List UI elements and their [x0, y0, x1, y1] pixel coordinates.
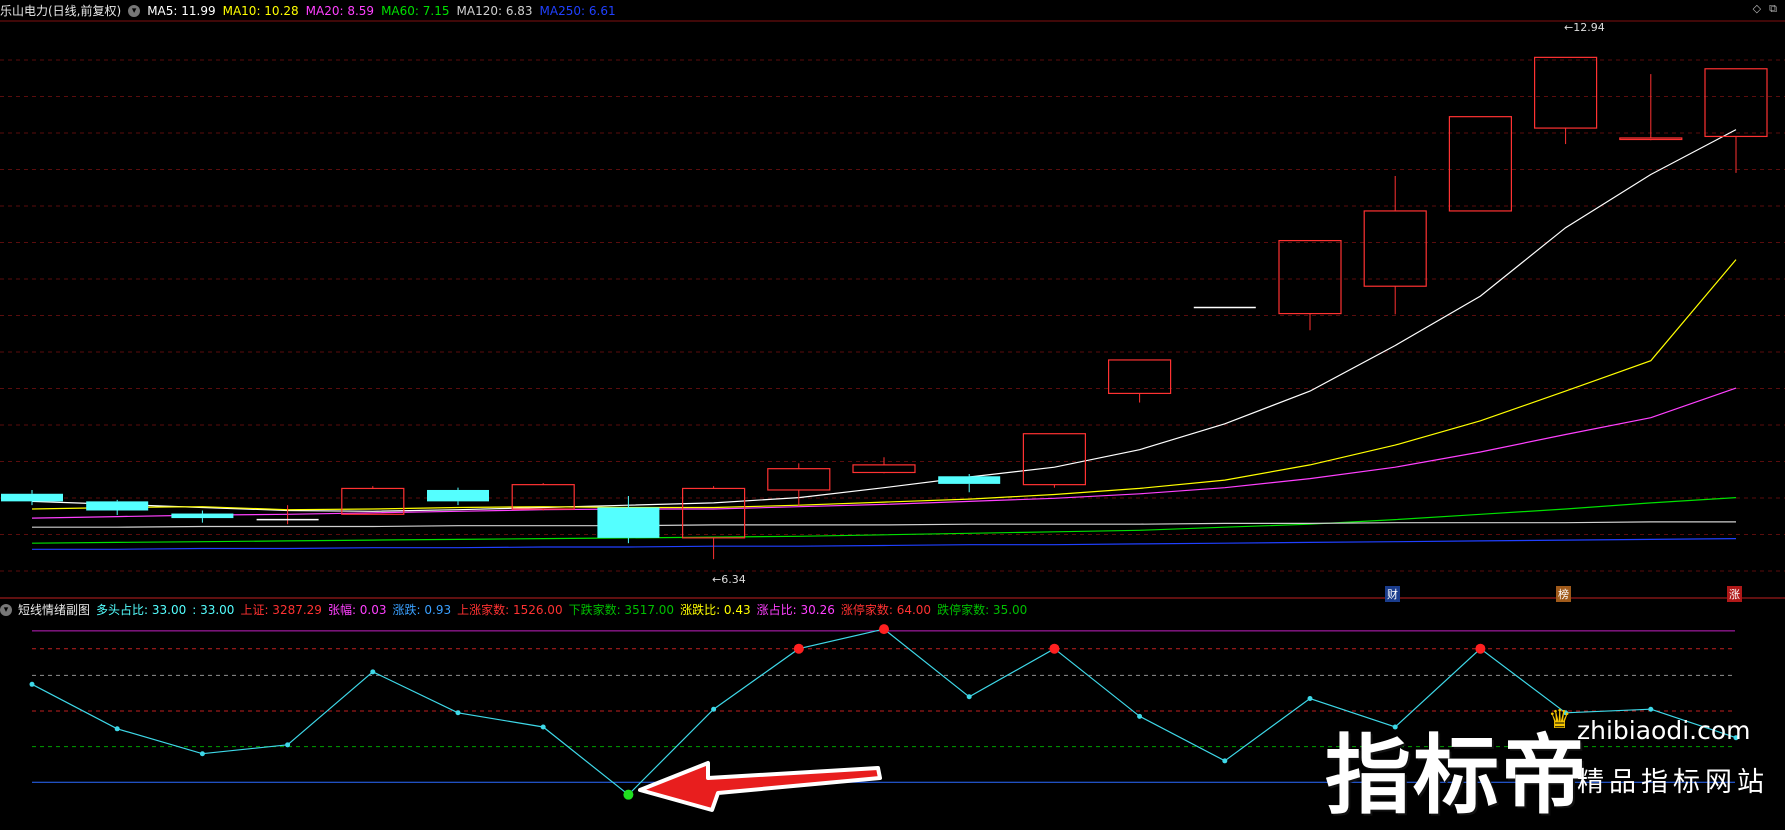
sentiment-point [1137, 713, 1143, 719]
candle[interactable] [1619, 74, 1683, 141]
chart-canvas[interactable] [0, 0, 1785, 821]
ma-line-ma20[interactable] [31, 387, 1737, 519]
candle[interactable] [1022, 433, 1087, 488]
candle-body-up [1278, 239, 1342, 315]
sentiment-point [455, 710, 461, 716]
event-tag-zhang[interactable]: 涨 [1727, 586, 1742, 602]
ma-line-ma5[interactable] [31, 129, 1737, 512]
candle-body-up [1022, 433, 1087, 486]
sentiment-point [285, 742, 291, 748]
candle[interactable] [1363, 175, 1427, 315]
sentiment-point [1222, 758, 1228, 764]
candle[interactable] [1704, 68, 1768, 173]
candle[interactable] [86, 499, 149, 516]
sentiment-point [623, 789, 634, 800]
candle[interactable] [341, 486, 405, 515]
candle[interactable] [1533, 56, 1598, 145]
candle-body-up [767, 468, 831, 491]
candle-body-down [938, 476, 1001, 484]
arrow-left-icon: ← [712, 573, 722, 586]
candle-body-up [1533, 56, 1598, 129]
candle[interactable] [938, 474, 1001, 493]
candle[interactable] [427, 487, 489, 506]
candle-body-up [681, 487, 746, 539]
candle[interactable] [597, 496, 660, 544]
sentiment-point [1475, 643, 1486, 654]
arrow-left-icon: ← [1564, 21, 1574, 34]
candle[interactable] [1448, 116, 1513, 212]
candle-body-up [1619, 137, 1683, 141]
sentiment-point [793, 643, 804, 654]
sentiment-point [711, 706, 717, 712]
low-price-annotation: ←6.34 [712, 573, 746, 586]
candle[interactable] [1107, 359, 1172, 403]
sentiment-point [879, 624, 889, 635]
ma-lines [31, 129, 1737, 550]
candle[interactable] [852, 457, 916, 474]
sentiment-point [29, 681, 35, 687]
candle[interactable] [1, 489, 63, 506]
candle-body-down [1, 493, 63, 502]
event-tag-bang[interactable]: 榜 [1556, 586, 1571, 602]
candle-body-down [86, 501, 149, 511]
candle-body-down [171, 513, 234, 519]
high-price-annotation: ←12.94 [1564, 21, 1605, 34]
watermark-brand: 指标帝 [1325, 726, 1589, 826]
candle-body-up [1363, 210, 1427, 287]
watermark-slogan: 精品指标网站 [1577, 767, 1769, 798]
candle-body-up [852, 464, 916, 474]
sentiment-point [199, 751, 205, 757]
candle-body-up [511, 484, 575, 510]
candle-body-down [597, 507, 660, 538]
sentiment-point [540, 724, 546, 730]
sentiment-point [1648, 706, 1654, 712]
sentiment-point [370, 669, 376, 675]
candle-body-down [427, 489, 489, 502]
red-arrow-icon [638, 761, 882, 812]
sentiment-point [966, 694, 972, 700]
sentiment-point [114, 726, 120, 732]
sentiment-point [1307, 696, 1313, 702]
watermark-domain: zhibiaodi.com [1577, 716, 1751, 745]
ma-line-ma250[interactable] [32, 538, 1737, 550]
sentiment-point [1049, 643, 1060, 654]
candle[interactable] [681, 486, 746, 560]
main-grid [0, 59, 1785, 572]
candle[interactable] [171, 510, 234, 523]
candle[interactable] [1278, 239, 1342, 331]
candle-body-up [1448, 116, 1513, 212]
event-tag-cai[interactable]: 财 [1385, 586, 1400, 602]
candle-body-up [1704, 68, 1768, 138]
